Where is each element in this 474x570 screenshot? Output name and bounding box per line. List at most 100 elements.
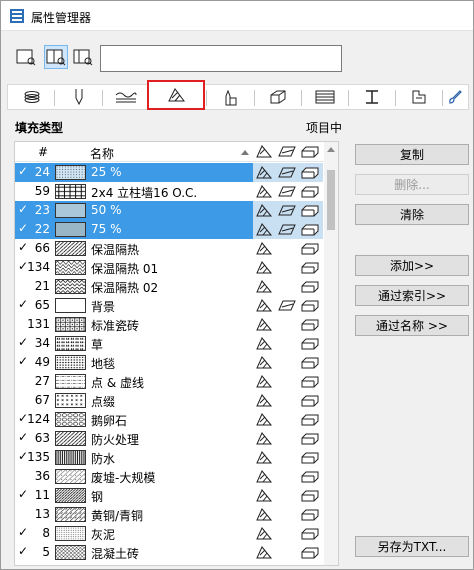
fill-name: 保温隔热 01 xyxy=(91,262,159,276)
fill-type-icon xyxy=(256,470,273,483)
fill-type-icon xyxy=(256,451,273,464)
add-button[interactable]: 添加>> xyxy=(355,255,469,276)
cut-fill-icon xyxy=(301,186,319,198)
composite-icon xyxy=(270,90,286,104)
clear-button[interactable]: 清除 xyxy=(355,204,469,225)
list-item[interactable]: ✓ 22 75 % xyxy=(15,220,324,239)
fill-type-icon xyxy=(256,242,273,255)
tab-zones[interactable] xyxy=(395,85,443,109)
list-item[interactable]: ✓ 24 25 % xyxy=(15,163,324,182)
cut-fill-icon xyxy=(301,357,319,369)
delete-button[interactable]: 删除... xyxy=(355,174,469,195)
save-as-txt-button[interactable]: 另存为TXT... xyxy=(355,536,469,557)
list-item[interactable]: ✓ 124 鹅卵石 xyxy=(15,410,324,429)
column-name-header[interactable]: 名称 xyxy=(90,145,114,162)
view-file-button[interactable] xyxy=(71,45,95,69)
duplicate-button[interactable]: 复制 xyxy=(355,144,469,165)
cut-fill-icon xyxy=(301,471,319,483)
fill-index: 63 xyxy=(34,431,50,445)
fill-pattern-swatch xyxy=(55,488,86,503)
list-item[interactable]: ✓ 23 50 % xyxy=(15,201,324,220)
list-item[interactable]: ✓ 66 保温隔热 xyxy=(15,239,324,258)
tab-pens[interactable] xyxy=(55,85,103,109)
view-project-button[interactable] xyxy=(14,45,38,69)
fill-name: 点 & 虚线 xyxy=(91,376,144,390)
fill-index: 135 xyxy=(27,450,50,464)
list-item[interactable]: 13 黄铜/青铜 xyxy=(15,505,324,524)
list-item[interactable]: ✓ 11 钢 xyxy=(15,486,324,505)
add-by-name-button[interactable]: 通过名称 >> xyxy=(355,315,469,336)
fill-name: 废墟-大规模 xyxy=(91,471,156,485)
lines-icon xyxy=(115,92,137,103)
fill-index: 21 xyxy=(34,279,50,293)
fill-name: 防水 xyxy=(91,452,116,466)
list-item[interactable]: 67 点缀 xyxy=(15,391,324,410)
fill-name: 点缀 xyxy=(91,395,116,409)
list-item[interactable]: ✓ 134 保温隔热 01 xyxy=(15,258,324,277)
list-item[interactable]: 27 点 & 虚线 xyxy=(15,372,324,391)
selection-highlight xyxy=(15,163,253,182)
list-item[interactable]: 36 废墟-大规模 xyxy=(15,467,324,486)
surface-fill-icon xyxy=(278,300,296,311)
fill-index: 49 xyxy=(34,355,50,369)
fill-name: 防火处理 xyxy=(91,433,140,447)
tab-beam[interactable] xyxy=(348,85,396,109)
surface-fill-icon xyxy=(278,167,296,178)
tab-fills-selected[interactable] xyxy=(147,80,205,110)
fill-name: 灰泥 xyxy=(91,528,116,542)
fill-name: 草 xyxy=(91,338,104,352)
fill-index: 23 xyxy=(34,203,50,217)
add-by-index-button[interactable]: 通过索引>> xyxy=(355,285,469,306)
fill-index: 131 xyxy=(27,317,50,331)
zone-icon xyxy=(412,90,426,104)
tab-profiles[interactable] xyxy=(301,85,349,109)
cut-fill-icon xyxy=(301,395,319,407)
cut-fill-icon xyxy=(301,509,319,521)
list-item[interactable]: ✓ 65 背景 xyxy=(15,296,324,315)
tab-brush[interactable] xyxy=(440,85,470,109)
list-item[interactable]: ✓ 34 草 xyxy=(15,334,324,353)
list-item[interactable]: 131 标准瓷砖 xyxy=(15,315,324,334)
surface-header-icon xyxy=(278,146,296,157)
cut-fill-icon xyxy=(301,167,319,179)
fill-pattern-swatch xyxy=(55,412,86,427)
tab-surfaces-brush[interactable] xyxy=(206,85,254,109)
fill-name: 混凝土砖 xyxy=(91,547,140,561)
list-header: # 名称 xyxy=(15,142,338,162)
cut-fill-icon xyxy=(301,376,319,388)
fill-name: 背景 xyxy=(91,300,116,314)
view-both-button[interactable] xyxy=(44,45,68,69)
cut-fill-icon xyxy=(301,243,319,255)
list-item[interactable]: ✓ 5 混凝土砖 xyxy=(15,543,324,562)
list-item[interactable]: ✓ 49 地毯 xyxy=(15,353,324,372)
view-project-icon xyxy=(16,49,36,66)
fill-index: 11 xyxy=(34,488,50,502)
cut-fill-icon xyxy=(301,300,319,312)
tab-lines[interactable] xyxy=(102,85,150,109)
cut-fill-icon xyxy=(301,547,319,559)
list-item[interactable]: ✓ 135 防水 xyxy=(15,448,324,467)
selection-highlight xyxy=(15,220,253,239)
cut-fill-icon xyxy=(301,205,319,217)
cut-fill-icon xyxy=(301,433,319,445)
list-item[interactable]: ✓ 8 灰泥 xyxy=(15,524,324,543)
search-input[interactable] xyxy=(100,45,342,72)
list-scrollbar[interactable] xyxy=(324,142,338,565)
section-title: 填充类型 xyxy=(15,121,64,135)
tab-layers[interactable] xyxy=(8,85,56,109)
list-item[interactable]: ✓ 63 防火处理 xyxy=(15,429,324,448)
list-item[interactable]: 21 保温隔热 02 xyxy=(15,277,324,296)
fill-pattern-swatch xyxy=(55,222,86,237)
fill-name: 保温隔热 xyxy=(91,243,140,257)
fill-pattern-swatch xyxy=(55,165,86,180)
scroll-thumb[interactable] xyxy=(327,170,335,230)
tab-composites[interactable] xyxy=(254,85,302,109)
scroll-up-icon[interactable] xyxy=(327,147,335,152)
cut-fill-icon xyxy=(301,338,319,350)
fill-pattern-swatch xyxy=(55,355,86,370)
app-icon xyxy=(10,9,24,23)
cut-fill-icon xyxy=(301,224,319,236)
list-item[interactable]: 59 2x4 立柱墙16 O.C. xyxy=(15,182,324,201)
fill-type-list[interactable]: # 名称 ✓ 24 25 % 59 2x4 立柱墙16 O.C. ✓ 23 50 % ✓ 22 75… xyxy=(14,141,339,566)
column-num-header[interactable]: # xyxy=(38,145,48,159)
